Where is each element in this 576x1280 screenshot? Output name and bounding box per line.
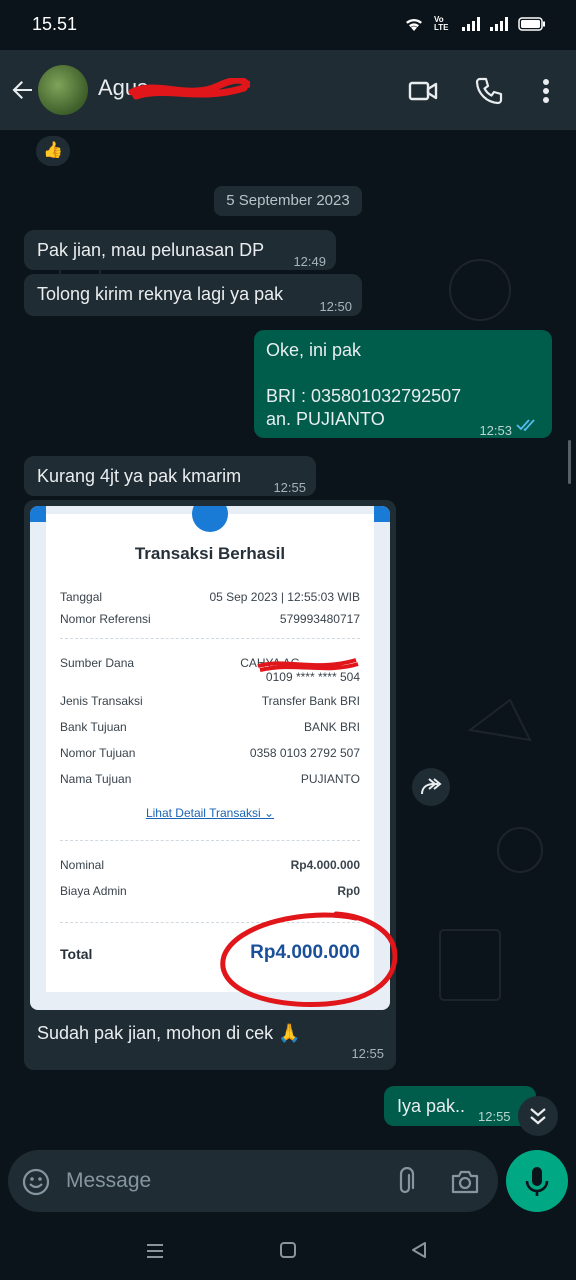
receipt-title: Transaksi Berhasil xyxy=(134,544,286,563)
message-text: Kurang 4jt ya pak kmarim xyxy=(37,466,242,486)
double-chevron-down-icon xyxy=(530,1108,546,1125)
message-input[interactable]: Message xyxy=(66,1169,151,1193)
scroll-down-button[interactable] xyxy=(518,1096,558,1136)
receipt-row: Jenis Transaksi Transfer Bank BRI xyxy=(60,694,360,708)
message-input-bar[interactable]: Message xyxy=(8,1150,498,1212)
receipt-badge xyxy=(192,506,228,532)
date-separator: 5 September 2023 xyxy=(214,186,362,216)
message-time: 12:55 xyxy=(478,1109,511,1124)
message-text: Pak jian, mau pelunasan DP xyxy=(37,240,265,260)
forward-button[interactable] xyxy=(412,768,450,806)
message-reaction[interactable]: 👍 xyxy=(36,136,70,166)
red-circle-annotation xyxy=(220,911,398,1008)
volte-label: Vo LTE xyxy=(434,15,449,32)
wifi-icon xyxy=(406,18,422,31)
receipt-divider xyxy=(60,840,360,841)
incoming-message[interactable]: Tolong kirim reknya lagi ya pak 12:50 xyxy=(24,274,362,316)
outgoing-message[interactable]: Oke, ini pak BRI : 035801032792507 an. P… xyxy=(254,330,552,438)
avatar[interactable] xyxy=(38,65,88,115)
signal-icon-2 xyxy=(490,17,508,31)
receipt-row: Sumber Dana CAHYA AG 0109 **** **** 504 xyxy=(60,656,360,684)
read-ticks-icon xyxy=(516,419,535,432)
home-icon[interactable] xyxy=(279,1241,297,1259)
redaction-scribble xyxy=(128,78,250,100)
receipt-row: Nomor Tujuan 0358 0103 2792 507 xyxy=(60,746,360,760)
receipt-corner xyxy=(30,506,46,522)
total-label: Total xyxy=(60,946,93,962)
image-caption: Sudah pak jian, mohon di cek 🙏 xyxy=(37,1023,301,1043)
receipt-row: Nominal Rp4.000.000 xyxy=(60,858,360,872)
outgoing-message[interactable]: Iya pak.. 12:55 xyxy=(384,1086,536,1126)
detail-transaction-link: Lihat Detail Transaksi ⌄ xyxy=(145,806,275,820)
receipt-row: Nama Tujuan PUJIANTO xyxy=(60,772,360,786)
mic-button[interactable] xyxy=(506,1150,568,1212)
message-time: 12:55 xyxy=(273,480,306,495)
chat-area[interactable]: 👍 5 September 2023 Pak jian, mau pelunas… xyxy=(0,130,576,1140)
chat-header: Agus xyxy=(0,50,576,130)
redaction-scribble xyxy=(257,658,359,672)
incoming-message[interactable]: Kurang 4jt ya pak kmarim 12:55 xyxy=(24,456,316,496)
message-time: 12:53 xyxy=(479,423,512,438)
message-text: an. PUJIANTO xyxy=(266,409,385,429)
status-time: 15.51 xyxy=(32,14,78,34)
back-nav-icon[interactable] xyxy=(410,1241,428,1259)
video-call-icon[interactable] xyxy=(406,74,440,108)
message-time: 12:49 xyxy=(293,254,326,269)
incoming-message[interactable]: Pak jian, mau pelunasan DP 12:49 xyxy=(24,230,336,270)
recents-icon[interactable] xyxy=(145,1242,165,1260)
attach-icon[interactable] xyxy=(392,1167,418,1197)
message-time: 12:55 xyxy=(351,1046,384,1061)
battery-icon xyxy=(518,17,545,31)
receipt-row: Tanggal 05 Sep 2023 | 12:55:03 WIB xyxy=(60,590,360,604)
back-arrow-icon[interactable] xyxy=(8,76,36,104)
receipt-row: Nomor Referensi 579993480717 xyxy=(60,612,360,626)
voice-call-icon[interactable] xyxy=(472,74,506,108)
receipt-row: Bank Tujuan BANK BRI xyxy=(60,720,360,734)
system-nav-bar xyxy=(0,1220,576,1280)
more-options-icon[interactable] xyxy=(530,74,564,108)
status-bar: 15.51 Vo LTE xyxy=(0,0,576,50)
emoji-icon[interactable] xyxy=(22,1168,50,1196)
receipt-divider xyxy=(60,638,360,639)
scrollbar[interactable] xyxy=(568,440,571,484)
forward-icon xyxy=(421,778,442,795)
message-text: Iya pak.. xyxy=(397,1096,466,1116)
receipt-corner xyxy=(374,506,390,522)
message-time: 12:50 xyxy=(319,299,352,314)
signal-icon xyxy=(462,17,480,31)
camera-icon[interactable] xyxy=(450,1168,480,1196)
message-text: Tolong kirim reknya lagi ya pak xyxy=(37,284,284,304)
message-text: Oke, ini pak xyxy=(266,340,362,360)
receipt-row: Biaya Admin Rp0 xyxy=(60,884,360,898)
mic-icon xyxy=(525,1167,549,1196)
message-text: BRI : 035801032792507 xyxy=(266,386,462,406)
status-icons: Vo LTE xyxy=(404,16,546,32)
